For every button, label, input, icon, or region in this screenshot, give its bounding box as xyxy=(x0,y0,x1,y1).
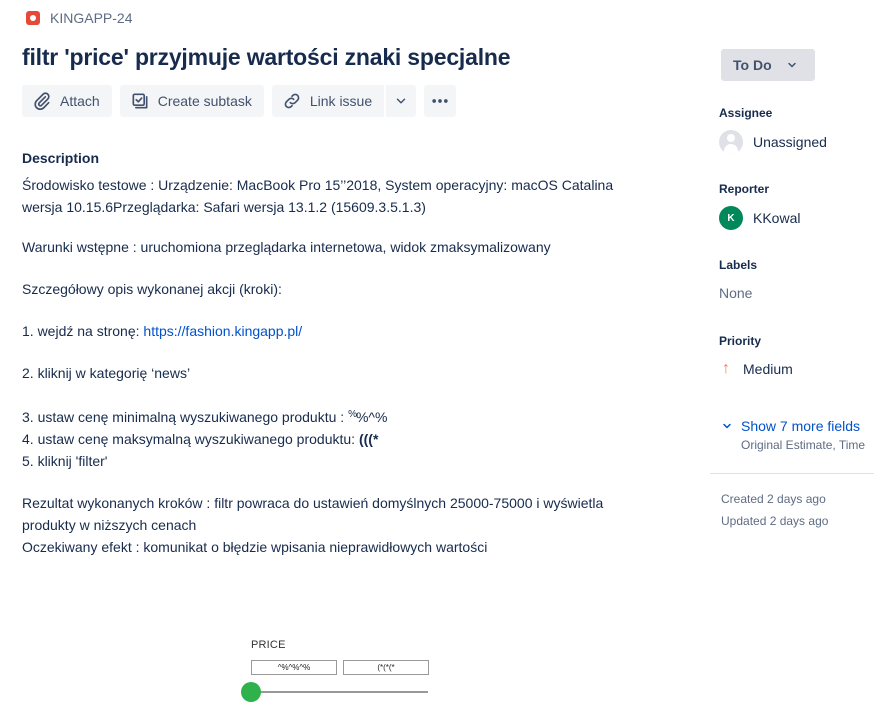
unassigned-avatar-icon xyxy=(719,130,743,154)
show-more-fields-button[interactable]: Show 7 more fields Original Estimate, Ti… xyxy=(721,418,865,452)
more-horizontal-icon xyxy=(432,99,448,103)
description-heading: Description xyxy=(22,150,100,166)
reporter-field[interactable]: K KKowal xyxy=(719,206,800,230)
expected-result: Oczekiwany efekt : komunikat o błędzie w… xyxy=(22,539,488,555)
assignee-field[interactable]: Unassigned xyxy=(719,130,827,154)
labels-value: None xyxy=(719,285,753,301)
attach-label: Attach xyxy=(60,93,100,109)
step-2: 2. kliknij w kategorię ‘news’ xyxy=(22,365,191,381)
created-timestamp: Created 2 days ago xyxy=(721,492,826,506)
issue-key[interactable]: KINGAPP-24 xyxy=(50,10,132,26)
step-5: 5. kliknij 'filter' xyxy=(22,453,108,469)
link-issue-button[interactable]: Link issue xyxy=(271,85,385,117)
reporter-value: KKowal xyxy=(753,210,801,226)
priority-field[interactable]: ↑ Medium xyxy=(719,360,793,378)
priority-value: Medium xyxy=(743,361,793,377)
chevron-down-icon xyxy=(787,62,796,68)
sidebar-divider xyxy=(710,473,874,474)
step-3-value: %^% xyxy=(355,409,388,425)
chevron-down-icon xyxy=(721,420,733,452)
issue-toolbar: Attach Create subtask Link issue xyxy=(22,85,457,117)
paperclip-icon xyxy=(34,92,50,111)
step-3-text: 3. ustaw cenę minimalną wyszukiwanego pr… xyxy=(22,409,349,425)
preconditions: Warunki wstępne : uruchomiona przeglądar… xyxy=(22,239,551,255)
price-max-input: (*(*(* xyxy=(343,660,429,675)
link-issue-label: Link issue xyxy=(309,93,373,109)
price-slider-handle xyxy=(241,682,261,702)
result-line-2: produkty w niższych cenach xyxy=(22,517,197,533)
arrow-up-icon: ↑ xyxy=(722,360,730,377)
attach-button[interactable]: Attach xyxy=(22,85,112,117)
step-3: 3. ustaw cenę minimalną wyszukiwanego pr… xyxy=(22,404,662,428)
assignee-value: Unassigned xyxy=(753,134,827,150)
price-label: PRICE xyxy=(251,639,286,651)
create-subtask-label: Create subtask xyxy=(157,93,252,109)
reporter-label: Reporter xyxy=(719,182,770,196)
kingapp-link[interactable]: https://fashion.kingapp.pl/ xyxy=(143,323,302,339)
more-actions-button[interactable] xyxy=(424,85,457,117)
price-slider-track xyxy=(253,691,428,693)
link-issue-group: Link issue xyxy=(271,85,417,117)
issue-breadcrumb[interactable]: KINGAPP-24 xyxy=(26,10,132,26)
bug-issue-type-icon xyxy=(26,11,40,25)
show-more-fields-label: Show 7 more fields xyxy=(741,418,861,434)
steps-heading: Szczegółowy opis wykonanej akcji (kroki)… xyxy=(22,281,282,297)
labels-field[interactable]: None xyxy=(719,285,752,301)
labels-label: Labels xyxy=(719,258,758,272)
reporter-avatar: K xyxy=(719,206,743,230)
price-filter-attachment[interactable]: PRICE ^%^%^% (*(*(* xyxy=(241,637,441,707)
step-4: 4. ustaw cenę maksymalną wyszukiwanego p… xyxy=(22,428,662,450)
step-4-value: (((* xyxy=(358,431,379,447)
updated-timestamp: Updated 2 days ago xyxy=(721,514,829,528)
status-dropdown-button[interactable]: To Do xyxy=(721,49,815,81)
issue-title[interactable]: filtr 'price' przyjmuje wartości znaki s… xyxy=(22,44,511,71)
show-more-fields-hint: Original Estimate, Time xyxy=(741,438,866,452)
env-line-2: wersja 10.15.6Przeglądarka: Safari wersj… xyxy=(22,199,426,215)
chevron-down-icon xyxy=(396,98,406,104)
env-line-1: Środowisko testowe : Urządzenie: MacBook… xyxy=(22,177,614,193)
subtask-icon xyxy=(132,93,148,109)
result-line-1: Rezultat wykonanych kroków : filtr powra… xyxy=(22,495,604,511)
link-issue-dropdown-button[interactable] xyxy=(386,85,417,117)
step-4-text: 4. ustaw cenę maksymalną wyszukiwanego p… xyxy=(22,431,359,447)
step-3-superscript: % xyxy=(348,409,357,420)
create-subtask-button[interactable]: Create subtask xyxy=(119,85,264,117)
assignee-label: Assignee xyxy=(719,106,773,120)
link-icon xyxy=(284,93,300,109)
price-min-input: ^%^%^% xyxy=(251,660,337,675)
step-1: 1. wejdź na stronę: https://fashion.king… xyxy=(22,320,662,342)
step-1-text: 1. wejdź na stronę: xyxy=(22,323,144,339)
description-body[interactable]: Środowisko testowe : Urządzenie: MacBook… xyxy=(22,174,662,558)
priority-label: Priority xyxy=(719,334,762,348)
status-label: To Do xyxy=(733,57,772,73)
